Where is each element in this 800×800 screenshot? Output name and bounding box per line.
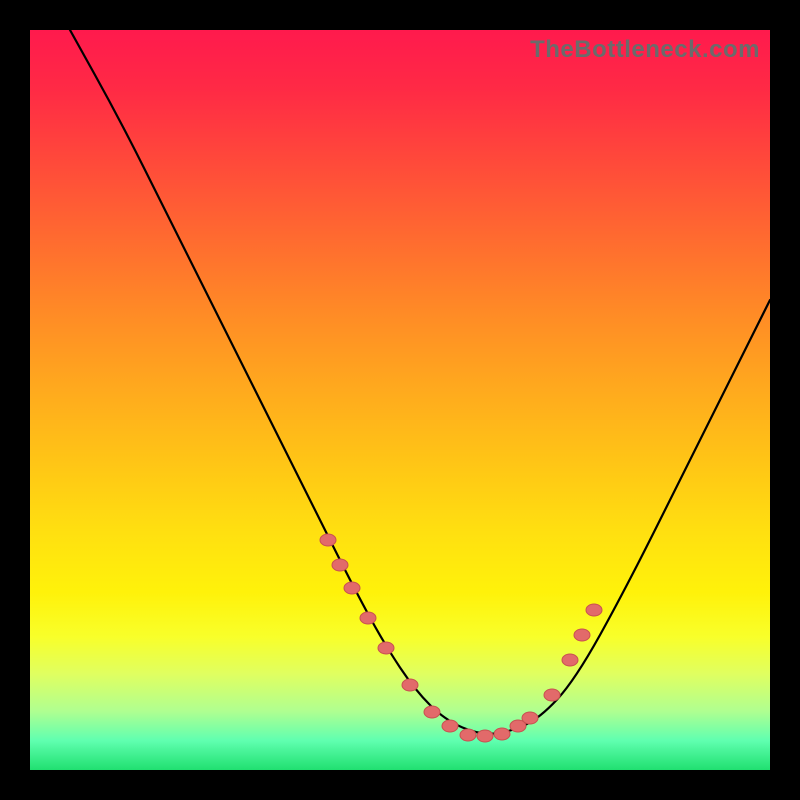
marker-dot xyxy=(460,729,476,741)
marker-dot xyxy=(402,679,418,691)
marker-dot xyxy=(320,534,336,546)
marker-dot xyxy=(494,728,510,740)
chart-svg xyxy=(30,30,770,770)
marker-dot xyxy=(574,629,590,641)
marker-dot xyxy=(442,720,458,732)
marker-dot xyxy=(332,559,348,571)
marker-dot xyxy=(544,689,560,701)
plot-area: TheBottleneck.com xyxy=(30,30,770,770)
bottleneck-curve xyxy=(70,30,770,734)
marker-dot xyxy=(344,582,360,594)
marker-dot xyxy=(378,642,394,654)
watermark-text: TheBottleneck.com xyxy=(530,36,760,64)
marker-dot xyxy=(562,654,578,666)
marker-dot xyxy=(424,706,440,718)
marker-dot xyxy=(522,712,538,724)
marker-dot xyxy=(360,612,376,624)
marker-dot xyxy=(586,604,602,616)
marker-dot xyxy=(477,730,493,742)
marker-dots-group xyxy=(320,534,602,742)
